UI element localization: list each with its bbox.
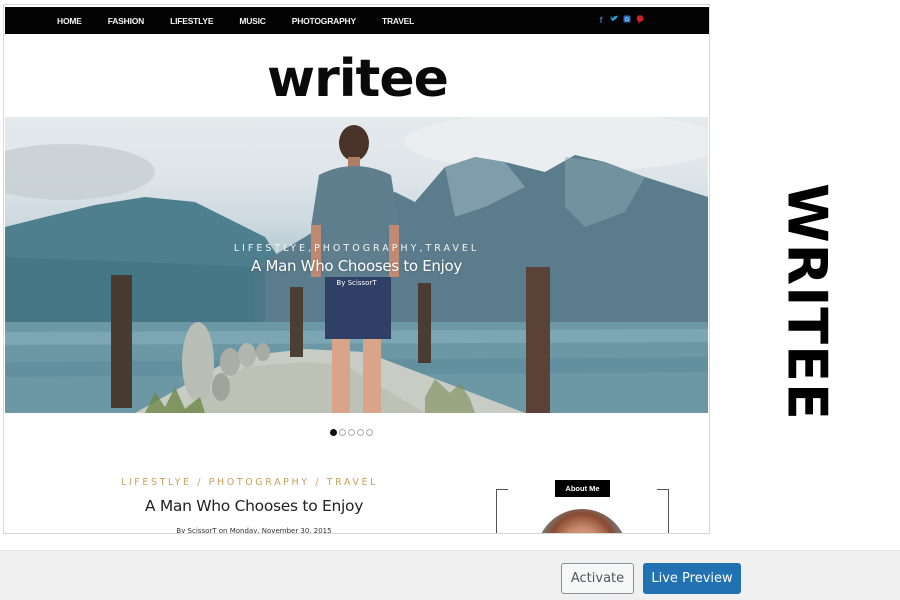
nav-item-travel[interactable]: TRAVEL [382,16,414,26]
avatar [536,509,628,533]
about-me-label: About Me [555,480,610,497]
theme-name-vertical: WRITEE [752,172,862,432]
theme-screenshot[interactable]: HOME FASHION LIFESTLYE MUSIC PHOTOGRAPHY… [3,4,710,534]
widget-frame-left [496,489,508,533]
slider-dot-1[interactable] [330,429,337,436]
widget-frame-right [657,489,669,533]
social-icons: f [597,15,644,25]
post-categories[interactable]: LIFESTLYE / PHOTOGRAPHY / TRAVEL [121,477,378,488]
theme-card: HOME FASHION LIFESTLYE MUSIC PHOTOGRAPHY… [0,0,900,600]
nav-item-lifestyle[interactable]: LIFESTLYE [170,16,213,26]
nav-item-photography[interactable]: PHOTOGRAPHY [292,16,356,26]
activate-button[interactable]: Activate [561,563,634,594]
slider-dot-3[interactable] [348,429,355,436]
top-navigation: HOME FASHION LIFESTLYE MUSIC PHOTOGRAPHY… [5,7,709,34]
site-logo: writee [267,49,449,109]
slider-dot-4[interactable] [357,429,364,436]
theme-actions-bar: Activate Live Preview [0,550,900,600]
hero-title[interactable]: A Man Who Chooses to Enjoy [5,257,708,275]
facebook-icon[interactable]: f [597,15,605,25]
nav-item-fashion[interactable]: FASHION [108,16,145,26]
hero-slide[interactable]: LIFESTLYE,PHOTOGRAPHY,TRAVEL A Man Who C… [5,117,708,413]
instagram-icon[interactable] [623,15,631,25]
post-meta: By ScissorT on Monday, November 30, 2015 [176,527,332,534]
slider-dot-5[interactable] [366,429,373,436]
nav-menu: HOME FASHION LIFESTLYE MUSIC PHOTOGRAPHY… [57,7,440,34]
live-preview-button[interactable]: Live Preview [643,563,741,594]
hero-byline: By ScissorT [336,279,377,287]
about-me-widget: About Me [496,480,669,533]
slider-dot-2[interactable] [339,429,346,436]
theme-name: WRITEE [775,183,839,421]
slider-pagination [330,429,373,436]
pinterest-icon[interactable] [636,15,644,25]
nav-item-music[interactable]: MUSIC [239,16,266,26]
hero-categories[interactable]: LIFESTLYE,PHOTOGRAPHY,TRAVEL [5,243,708,254]
post-title[interactable]: A Man Who Chooses to Enjoy [104,497,404,515]
twitter-icon[interactable] [610,15,619,25]
nav-item-home[interactable]: HOME [57,16,82,26]
